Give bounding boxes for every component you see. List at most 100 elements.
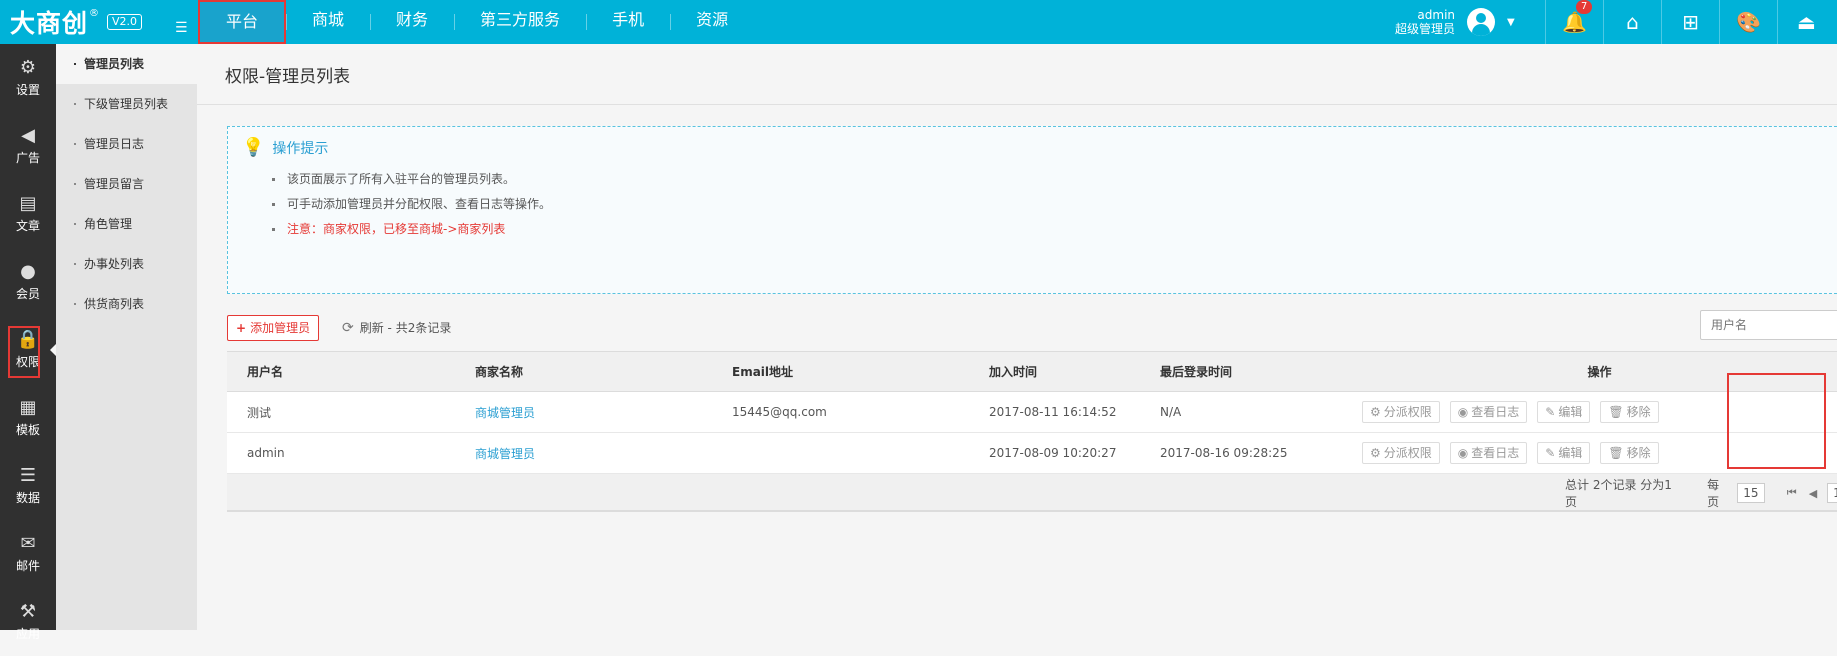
subnav-item-offices[interactable]: 办事处列表: [56, 244, 197, 284]
nav-item-mobile[interactable]: 手机: [586, 0, 670, 44]
subnav-item-roles[interactable]: 角色管理: [56, 204, 197, 244]
edit-button[interactable]: ✎ 编辑: [1537, 442, 1591, 464]
cell-last-login: 2017-08-16 09:28:25: [1160, 446, 1288, 460]
gear-icon: ⚙: [1370, 446, 1381, 460]
gear-icon: ⚙: [1370, 405, 1381, 419]
leftbar-label: 邮件: [15, 559, 40, 573]
user-name: admin: [1417, 8, 1456, 22]
edit-button[interactable]: ✎ 编辑: [1537, 401, 1591, 423]
brand-logo[interactable]: 大商创 ® V2.0: [10, 0, 143, 44]
add-admin-label: 添加管理员: [250, 321, 311, 335]
action-label: 编辑: [1558, 405, 1583, 419]
leftbar-item-permissions[interactable]: 🔒 权限: [0, 316, 56, 384]
subnav-item-admin-log[interactable]: 管理员日志: [56, 124, 197, 164]
document-icon: ▤: [19, 193, 37, 214]
prev-page-icon[interactable]: ◀: [1809, 487, 1817, 500]
left-icon-bar: ⚙ 设置 ◀ 广告 ▤ 文章 ● 会员 🔒 权限 ▦ 模板 ☰ 数据 ✉ 邮件 ⚒ 应用: [0, 44, 56, 641]
highlight-box: [1727, 373, 1826, 469]
col-joined: 加入时间: [989, 365, 1038, 379]
subnav-item-suppliers[interactable]: 供货商列表: [56, 284, 197, 324]
table-footer: 总计 2个记录 分为1页 每页 15 ⏮ ◀ 1 ▼: [227, 474, 1837, 512]
page-select-value: 1: [1833, 486, 1837, 500]
highlight-box: [8, 326, 40, 378]
user-menu[interactable]: admin 超级管理员 ▼: [1395, 0, 1515, 44]
subnav-item-admin-list[interactable]: 管理员列表: [56, 44, 197, 84]
leftbar-item-members[interactable]: ● 会员: [0, 248, 56, 316]
username-search-input[interactable]: [1700, 310, 1837, 340]
user-icon: ●: [20, 261, 36, 282]
main-content: 权限-管理员列表 💡 操作提示 该页面展示了所有入驻平台的管理员列表。 可手动添…: [197, 44, 1837, 630]
leftbar-item-settings[interactable]: ⚙ 设置: [0, 44, 56, 112]
subnav-item-sub-admin-list[interactable]: 下级管理员列表: [56, 84, 197, 124]
nav-item-third-party[interactable]: 第三方服务: [454, 0, 586, 44]
page-select[interactable]: 1 ▼: [1827, 483, 1837, 503]
speaker-icon: ◀: [21, 125, 35, 146]
subnav-item-admin-message[interactable]: 管理员留言: [56, 164, 197, 204]
cell-username: admin: [247, 446, 285, 460]
nav-item-finance[interactable]: 财务: [370, 0, 454, 44]
leftbar-item-apps[interactable]: ⚒ 应用: [0, 588, 56, 656]
view-log-button[interactable]: ◉ 查看日志: [1449, 442, 1528, 464]
remove-button[interactable]: 🗑 移除: [1600, 401, 1659, 423]
remove-button[interactable]: 🗑 移除: [1600, 442, 1659, 464]
refresh-button[interactable]: ⟳ 刷新 - 共2条记录: [342, 315, 451, 341]
trash-icon: 🗑: [1608, 405, 1624, 419]
table-row: 测试 商城管理员 15445@qq.com 2017-08-11 16:14:5…: [227, 391, 1837, 433]
action-label: 移除: [1626, 405, 1651, 419]
cell-email: [712, 433, 969, 474]
leftbar-item-templates[interactable]: ▦ 模板: [0, 384, 56, 452]
per-page-label: 每页: [1707, 478, 1720, 509]
caret-down-icon[interactable]: ▼: [1507, 17, 1515, 28]
tip-line: 该页面展示了所有入驻平台的管理员列表。: [272, 167, 551, 192]
menu-toggle-icon[interactable]: ☰: [175, 20, 188, 36]
pager-summary: 总计 2个记录 分为1页: [1565, 478, 1672, 509]
assign-permission-button[interactable]: ⚙ 分派权限: [1362, 401, 1440, 423]
leftbar-item-mail[interactable]: ✉ 邮件: [0, 520, 56, 588]
plus-icon: +: [236, 321, 247, 335]
leftbar-label: 广告: [15, 151, 40, 165]
tips-list: 该页面展示了所有入驻平台的管理员列表。 可手动添加管理员并分配权限、查看日志等操…: [272, 167, 551, 242]
admin-table: 用户名 商家名称 Email地址 加入时间 最后登录时间 操作 测试 商城管理员…: [227, 351, 1837, 474]
col-last-login: 最后登录时间: [1160, 365, 1233, 379]
per-page-input[interactable]: 15: [1736, 483, 1765, 503]
nav-item-resources[interactable]: 资源: [670, 0, 754, 44]
tip-warning: 注意：商家权限，已移至商城->商家列表: [272, 217, 551, 242]
cell-last-login: N/A: [1160, 405, 1182, 419]
leftbar-label: 模板: [15, 423, 40, 437]
refresh-icon: ⟳: [342, 320, 354, 336]
tips-title: 操作提示: [272, 140, 329, 157]
assign-permission-button[interactable]: ⚙ 分派权限: [1362, 442, 1440, 464]
cell-shop-link[interactable]: 商城管理员: [455, 392, 712, 433]
leftbar-item-data[interactable]: ☰ 数据: [0, 452, 56, 520]
edit-icon: ✎: [1545, 446, 1556, 460]
leftbar-label: 会员: [15, 287, 40, 301]
first-page-icon[interactable]: ⏮: [1787, 486, 1797, 500]
table-header-row: 用户名 商家名称 Email地址 加入时间 最后登录时间 操作: [227, 351, 1837, 392]
edit-icon: ✎: [1545, 405, 1556, 419]
avatar-icon[interactable]: [1467, 8, 1496, 36]
leftbar-label: 数据: [15, 491, 40, 505]
cell-joined: 2017-08-11 16:14:52: [989, 405, 1117, 419]
leftbar-label: 应用: [15, 627, 40, 641]
cell-joined: 2017-08-09 10:20:27: [989, 446, 1117, 460]
nav-item-platform[interactable]: 平台: [198, 0, 287, 44]
page-title: 权限-管理员列表: [225, 67, 351, 87]
leftbar-item-articles[interactable]: ▤ 文章: [0, 180, 56, 248]
bell-icon[interactable]: 🔔 7: [1545, 0, 1603, 44]
nav-item-mall[interactable]: 商城: [286, 0, 370, 44]
view-log-button[interactable]: ◉ 查看日志: [1449, 401, 1528, 423]
database-icon: ☰: [19, 465, 37, 486]
col-email: Email地址: [732, 365, 794, 379]
leftbar-item-ads[interactable]: ◀ 广告: [0, 112, 56, 180]
mail-icon: ✉: [20, 533, 36, 554]
add-admin-button[interactable]: + 添加管理员: [227, 315, 320, 341]
action-label: 查看日志: [1471, 405, 1520, 419]
user-text: admin 超级管理员: [1395, 8, 1455, 36]
tips-header[interactable]: 💡 操作提示: [242, 137, 328, 158]
tip-line: 可手动添加管理员并分配权限、查看日志等操作。: [272, 192, 551, 217]
lamp-icon[interactable]: ⏏: [1777, 0, 1835, 44]
palette-icon[interactable]: 🎨: [1719, 0, 1777, 44]
sitemap-icon[interactable]: ⊞: [1661, 0, 1719, 44]
cell-shop-link[interactable]: 商城管理员: [455, 433, 712, 474]
home-icon[interactable]: ⌂: [1603, 0, 1661, 44]
